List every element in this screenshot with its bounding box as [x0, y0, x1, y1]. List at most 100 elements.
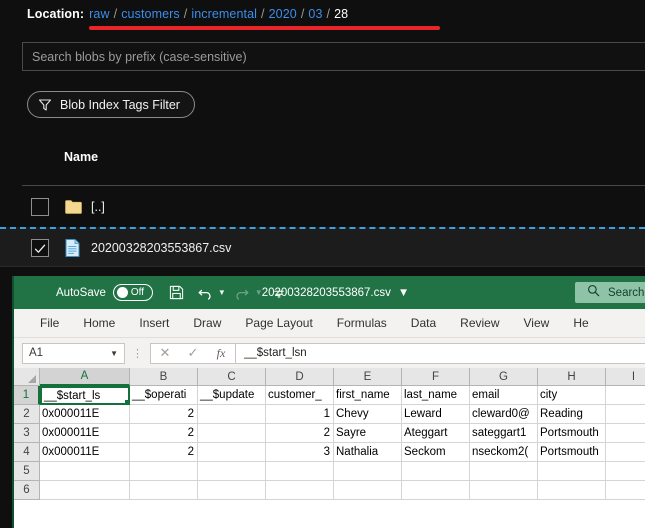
- name-box[interactable]: A1 ▼: [22, 342, 125, 364]
- tab-formulas[interactable]: Formulas: [325, 309, 399, 338]
- tab-view[interactable]: View: [512, 309, 562, 338]
- cell-H2[interactable]: Reading: [538, 405, 606, 424]
- cell-B2[interactable]: 2: [130, 405, 198, 424]
- cell-B1[interactable]: __$operati: [130, 386, 198, 405]
- column-header-I[interactable]: I: [606, 368, 645, 386]
- cell-I3[interactable]: [606, 424, 645, 443]
- list-item[interactable]: [..]: [0, 187, 645, 227]
- cell-G2[interactable]: cleward0@: [470, 405, 538, 424]
- insert-function-icon[interactable]: fx: [207, 344, 235, 363]
- cell-E2[interactable]: Chevy: [334, 405, 402, 424]
- breadcrumb-crumb-incremental[interactable]: incremental: [191, 7, 257, 21]
- column-header-D[interactable]: D: [266, 368, 334, 386]
- row-header-2[interactable]: 2: [14, 405, 40, 424]
- cell-I1[interactable]: [606, 386, 645, 405]
- cell-G1[interactable]: email: [470, 386, 538, 405]
- column-header-A[interactable]: A: [40, 368, 130, 386]
- cell-H3[interactable]: Portsmouth: [538, 424, 606, 443]
- cell-G5[interactable]: [470, 462, 538, 481]
- column-header-E[interactable]: E: [334, 368, 402, 386]
- cell-A6[interactable]: [40, 481, 130, 500]
- customize-quick-access-icon[interactable]: [267, 281, 291, 305]
- column-header-H[interactable]: H: [538, 368, 606, 386]
- cell-A1[interactable]: __$start_ls: [40, 386, 130, 405]
- cell-D1[interactable]: customer_: [266, 386, 334, 405]
- cell-D4[interactable]: 3: [266, 443, 334, 462]
- cell-I6[interactable]: [606, 481, 645, 500]
- cell-G3[interactable]: sateggart1: [470, 424, 538, 443]
- column-header-C[interactable]: C: [198, 368, 266, 386]
- column-header-B[interactable]: B: [130, 368, 198, 386]
- select-all-corner[interactable]: [14, 368, 40, 386]
- cell-A4[interactable]: 0x000011E: [40, 443, 130, 462]
- cell-D2[interactable]: 1: [266, 405, 334, 424]
- row-header-3[interactable]: 3: [14, 424, 40, 443]
- cell-E6[interactable]: [334, 481, 402, 500]
- cell-G6[interactable]: [470, 481, 538, 500]
- undo-icon[interactable]: [193, 281, 217, 305]
- cancel-icon[interactable]: ✕: [151, 344, 179, 363]
- formula-input[interactable]: [236, 342, 645, 364]
- list-item[interactable]: 20200328203553867.csv: [0, 227, 645, 267]
- cell-H5[interactable]: [538, 462, 606, 481]
- cell-E3[interactable]: Sayre: [334, 424, 402, 443]
- breadcrumb-crumb-customers[interactable]: customers: [121, 7, 180, 21]
- chevron-down-icon[interactable]: ▼: [110, 349, 118, 358]
- cell-I2[interactable]: [606, 405, 645, 424]
- tab-review[interactable]: Review: [448, 309, 511, 338]
- tab-home[interactable]: Home: [71, 309, 127, 338]
- tab-data[interactable]: Data: [399, 309, 448, 338]
- cell-C2[interactable]: [198, 405, 266, 424]
- cell-F2[interactable]: Leward: [402, 405, 470, 424]
- breadcrumb-crumb-2020[interactable]: 2020: [269, 7, 297, 21]
- cell-D3[interactable]: 2: [266, 424, 334, 443]
- row-header-5[interactable]: 5: [14, 462, 40, 481]
- cell-I5[interactable]: [606, 462, 645, 481]
- cell-B3[interactable]: 2: [130, 424, 198, 443]
- cell-H1[interactable]: city: [538, 386, 606, 405]
- autosave-toggle[interactable]: Off: [112, 284, 153, 301]
- tab-he[interactable]: He: [561, 309, 600, 338]
- row-header-1[interactable]: 1: [14, 386, 40, 405]
- cell-B5[interactable]: [130, 462, 198, 481]
- enter-icon[interactable]: ✓: [179, 344, 207, 363]
- search-input[interactable]: [22, 42, 645, 71]
- cell-A2[interactable]: 0x000011E: [40, 405, 130, 424]
- cell-B6[interactable]: [130, 481, 198, 500]
- cell-C4[interactable]: [198, 443, 266, 462]
- cell-I4[interactable]: [606, 443, 645, 462]
- tab-insert[interactable]: Insert: [127, 309, 181, 338]
- cell-F5[interactable]: [402, 462, 470, 481]
- cell-D6[interactable]: [266, 481, 334, 500]
- row-header-6[interactable]: 6: [14, 481, 40, 500]
- cell-H6[interactable]: [538, 481, 606, 500]
- cell-C3[interactable]: [198, 424, 266, 443]
- cell-C5[interactable]: [198, 462, 266, 481]
- save-icon[interactable]: [165, 281, 189, 305]
- excel-search-box[interactable]: Search: [575, 282, 645, 303]
- tab-page-layout[interactable]: Page Layout: [233, 309, 324, 338]
- column-header-F[interactable]: F: [402, 368, 470, 386]
- row-checkbox[interactable]: [31, 238, 49, 257]
- cell-A3[interactable]: 0x000011E: [40, 424, 130, 443]
- blob-index-tags-filter-button[interactable]: Blob Index Tags Filter: [27, 91, 195, 118]
- row-checkbox[interactable]: [31, 198, 49, 216]
- cell-E1[interactable]: first_name: [334, 386, 402, 405]
- cell-C6[interactable]: [198, 481, 266, 500]
- breadcrumb-crumb-03[interactable]: 03: [308, 7, 322, 21]
- cell-F1[interactable]: last_name: [402, 386, 470, 405]
- cell-F3[interactable]: Ateggart: [402, 424, 470, 443]
- cell-H4[interactable]: Portsmouth: [538, 443, 606, 462]
- row-header-4[interactable]: 4: [14, 443, 40, 462]
- undo-dropdown-caret[interactable]: ▼: [218, 288, 226, 297]
- cell-A5[interactable]: [40, 462, 130, 481]
- cell-C1[interactable]: __$update: [198, 386, 266, 405]
- tab-file[interactable]: File: [28, 309, 71, 338]
- cell-F6[interactable]: [402, 481, 470, 500]
- cell-E4[interactable]: Nathalia: [334, 443, 402, 462]
- cell-B4[interactable]: 2: [130, 443, 198, 462]
- tab-draw[interactable]: Draw: [181, 309, 233, 338]
- cell-G4[interactable]: nseckom2(: [470, 443, 538, 462]
- breadcrumb-crumb-raw[interactable]: raw: [89, 7, 109, 21]
- column-header-G[interactable]: G: [470, 368, 538, 386]
